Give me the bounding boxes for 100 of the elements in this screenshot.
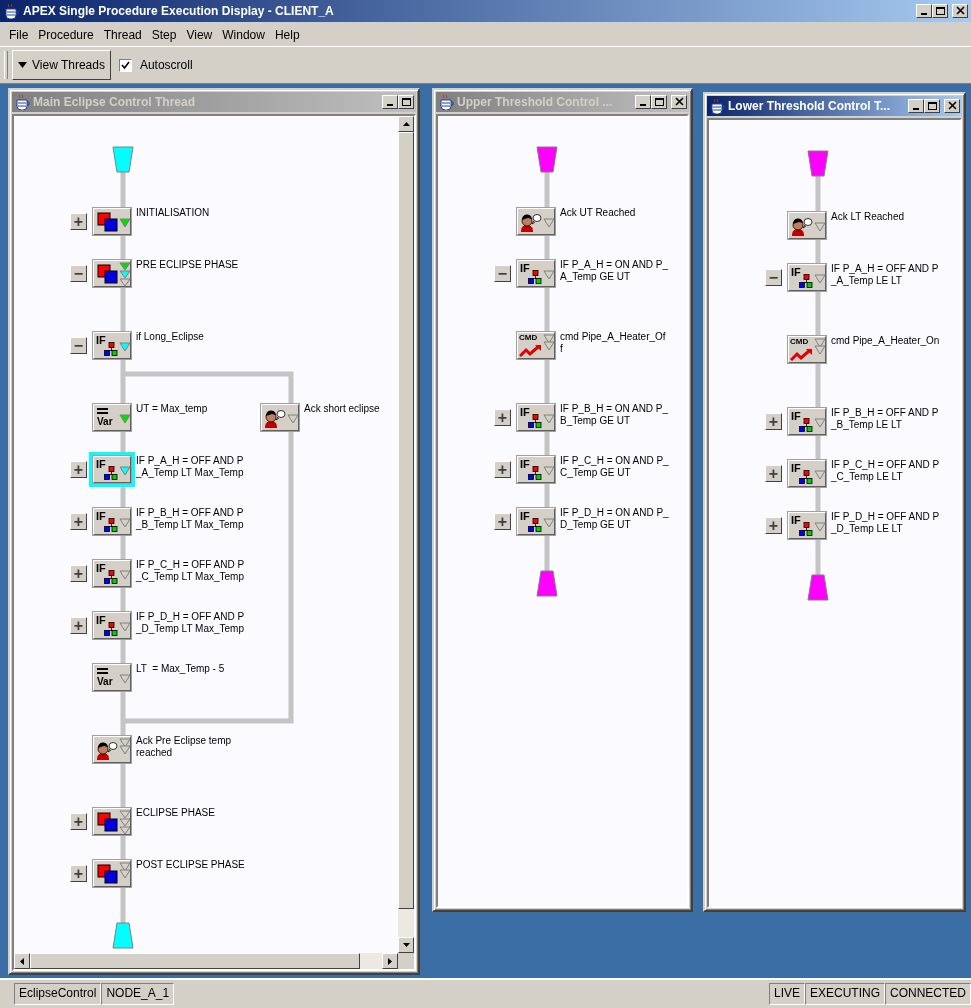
- expand-toggle-button[interactable]: +: [70, 617, 87, 634]
- step-label: IF P_B_H = OFF AND P _B_Temp LT Max_Temp: [136, 507, 244, 531]
- step-type-text: IF: [96, 335, 106, 346]
- step-label: Ack short eclipse: [304, 403, 380, 415]
- flowchart-icon: [799, 418, 813, 432]
- person-speech-icon: [263, 409, 287, 429]
- scroll-down-button[interactable]: [398, 937, 414, 953]
- flowchart-icon: [528, 270, 542, 284]
- maximize-button[interactable]: [398, 95, 414, 109]
- person-speech-icon: [519, 213, 543, 233]
- step-label: IF P_C_H = ON AND P_ C_Temp GE UT: [560, 455, 669, 479]
- step-label: cmd Pipe_A_Heater_Of f: [560, 331, 666, 355]
- step-label: IF P_B_H = ON AND P_ B_Temp GE UT: [560, 403, 669, 427]
- flowchart-icon: [104, 518, 118, 532]
- maximize-button[interactable]: [924, 99, 940, 113]
- flowchart-icon: [528, 518, 542, 532]
- zigzag-arrow-icon: [790, 348, 814, 361]
- step-type-text: IF: [791, 411, 801, 422]
- step-type-text: IF: [791, 515, 801, 526]
- flowchart-icon: [104, 570, 118, 584]
- step-type-text: IF: [520, 407, 530, 418]
- step-type-text: IF: [96, 563, 106, 574]
- step-type-text: Var: [97, 417, 113, 427]
- expand-toggle-button[interactable]: +: [765, 465, 782, 482]
- expand-toggle-button[interactable]: +: [70, 565, 87, 582]
- equals-icon: [97, 408, 109, 414]
- expand-toggle-button[interactable]: +: [70, 513, 87, 530]
- minimize-icon: [921, 13, 927, 15]
- flowchart-icon: [799, 470, 813, 484]
- expand-toggle-button[interactable]: −: [765, 269, 782, 286]
- minimize-button[interactable]: [916, 4, 932, 18]
- overlapping-squares-icon: [97, 812, 119, 832]
- person-speech-icon: [790, 217, 814, 237]
- step-label: ECLIPSE PHASE: [136, 807, 215, 819]
- expand-toggle-button[interactable]: +: [765, 517, 782, 534]
- expand-toggle-button[interactable]: +: [494, 461, 511, 478]
- menu-item[interactable]: Window: [217, 25, 270, 46]
- minimize-icon: [640, 104, 646, 106]
- expand-toggle-button[interactable]: +: [70, 213, 87, 230]
- checkbox-label: Autoscroll: [139, 57, 193, 73]
- maximize-button[interactable]: [651, 95, 667, 109]
- maximize-button[interactable]: [932, 4, 948, 18]
- close-button[interactable]: [671, 95, 687, 109]
- minimize-button[interactable]: [635, 95, 651, 109]
- autoscroll-checkbox[interactable]: [118, 58, 132, 72]
- step-label: Ack LT Reached: [831, 211, 904, 223]
- menu-item[interactable]: Step: [146, 25, 182, 46]
- expand-toggle-button[interactable]: −: [70, 265, 87, 282]
- status-field: CONNECTED: [885, 983, 971, 1005]
- menu-item[interactable]: Thread: [98, 25, 147, 46]
- scroll-left-button[interactable]: [14, 953, 30, 969]
- expand-toggle-button[interactable]: +: [494, 409, 511, 426]
- close-button[interactable]: [952, 4, 968, 18]
- close-icon: [946, 101, 958, 111]
- expand-toggle-button[interactable]: −: [70, 337, 87, 354]
- expand-toggle-button[interactable]: +: [70, 813, 87, 830]
- step-label: LT = Max_Temp - 5: [136, 663, 225, 675]
- menu-item[interactable]: View: [181, 25, 218, 46]
- minimize-icon: [387, 104, 393, 106]
- minimize-button[interactable]: [908, 99, 924, 113]
- step-type-text: Var: [97, 677, 113, 687]
- expand-toggle-button[interactable]: +: [70, 461, 87, 478]
- cup-icon: [14, 94, 30, 110]
- expand-toggle-button[interactable]: +: [765, 413, 782, 430]
- scroll-right-button[interactable]: [382, 953, 398, 969]
- flowchart-icon: [104, 342, 118, 356]
- expand-toggle-button[interactable]: −: [494, 265, 511, 282]
- step-label: IF P_C_H = OFF AND P _C_Temp LE LT: [831, 459, 940, 483]
- expand-toggle-button[interactable]: +: [494, 513, 511, 530]
- step-label: IF P_D_H = OFF AND P _D_Temp LE LT: [831, 511, 940, 535]
- step-type-text: IF: [520, 511, 530, 522]
- window-title: Main Eclipse Control Thread: [33, 94, 196, 110]
- cup-icon: [709, 98, 725, 114]
- step-label: if Long_Eclipse: [136, 331, 204, 343]
- menu-item[interactable]: File: [4, 25, 34, 46]
- step-type-text: IF: [520, 263, 530, 274]
- step-type-text: CMD: [519, 334, 538, 342]
- overlapping-squares-icon: [97, 264, 119, 284]
- maximize-icon: [653, 97, 665, 107]
- step-node[interactable]: IF: [89, 452, 135, 487]
- menu-item[interactable]: Procedure: [33, 25, 99, 46]
- close-button[interactable]: [944, 99, 960, 113]
- minimize-button[interactable]: [382, 95, 398, 109]
- flowchart-icon: [799, 274, 813, 288]
- expand-toggle-button[interactable]: +: [70, 865, 87, 882]
- zigzag-arrow-icon: [519, 344, 543, 357]
- view-threads-button[interactable]: View Threads: [12, 50, 111, 80]
- step-type-text: IF: [96, 615, 106, 626]
- right-arrow-icon: [388, 957, 392, 965]
- window-title: APEX Single Procedure Execution Display - CLIENT_A: [23, 3, 334, 19]
- step-type-text: IF: [96, 511, 106, 522]
- step-label: PRE ECLIPSE PHASE: [136, 259, 239, 271]
- menu-item[interactable]: Help: [269, 25, 305, 46]
- step-label: POST ECLIPSE PHASE: [136, 859, 245, 871]
- step-label: IF P_C_H = OFF AND P _C_Temp LT Max_Temp: [136, 559, 245, 583]
- status-field: EclipseControl: [14, 983, 102, 1005]
- step-label: IF P_D_H = ON AND P_ D_Temp GE UT: [560, 507, 669, 531]
- step-label: UT = Max_temp: [136, 403, 208, 415]
- scroll-up-button[interactable]: [398, 116, 414, 132]
- step-label: IF P_D_H = OFF AND P _D_Temp LT Max_Temp: [136, 611, 245, 635]
